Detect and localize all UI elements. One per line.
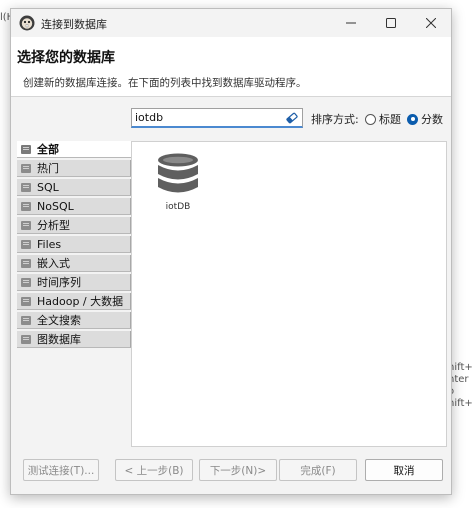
wizard-header: 选择您的数据库 创建新的数据库连接。在下面的列表中找到数据库驱动程序。 — [11, 37, 451, 97]
category-item-analytical[interactable]: 分析型 — [17, 217, 131, 234]
category-item-nosql[interactable]: NoSQL — [17, 198, 131, 215]
category-item-all[interactable]: 全部 — [17, 141, 131, 158]
driver-label: iotDB — [165, 202, 191, 212]
category-item-graph[interactable]: 图数据库 — [17, 331, 131, 348]
category-label: Files — [37, 237, 62, 251]
eraser-icon — [286, 112, 298, 124]
sort-by-score-radio[interactable]: 分数 — [407, 111, 443, 127]
close-icon — [426, 18, 436, 28]
radio-checked-icon — [407, 113, 418, 125]
test-connection-button[interactable]: 测试连接(T)... — [23, 459, 99, 481]
folder-icon — [21, 144, 31, 154]
folder-icon — [21, 201, 31, 211]
back-button[interactable]: < 上一步(B) — [115, 459, 193, 481]
category-label: SQL — [37, 180, 59, 194]
minimize-button[interactable] — [331, 9, 371, 37]
radio-unchecked-icon — [365, 113, 376, 125]
driver-list-panel: iotDB — [131, 141, 447, 447]
maximize-button[interactable] — [371, 9, 411, 37]
folder-icon — [21, 334, 31, 344]
next-button[interactable]: 下一步(N)> — [199, 459, 277, 481]
sort-option-label: 标题 — [379, 113, 401, 126]
clear-search-button[interactable] — [284, 110, 300, 126]
folder-icon — [21, 315, 31, 325]
category-label: 嵌入式 — [37, 257, 70, 270]
category-item-files[interactable]: Files — [17, 236, 131, 253]
maximize-icon — [386, 18, 396, 28]
category-item-popular[interactable]: 热门 — [17, 160, 131, 177]
sort-by-title-radio[interactable]: 标题 — [365, 111, 401, 127]
folder-icon — [21, 239, 31, 249]
page-title: 选择您的数据库 — [17, 50, 115, 66]
window-title: 连接到数据库 — [41, 18, 107, 31]
category-sidebar: 全部 热门 SQL NoSQL 分析型 Files 嵌入式 时间序列 Hadoo… — [17, 141, 131, 447]
category-label: 分析型 — [37, 219, 70, 232]
title-bar[interactable]: 连接到数据库 — [11, 9, 451, 37]
dbeaver-beaver-icon — [19, 15, 35, 31]
sort-by-label: 排序方式: — [311, 113, 359, 126]
driver-item-iotdb[interactable]: iotDB — [148, 150, 208, 216]
category-item-timeseries[interactable]: 时间序列 — [17, 274, 131, 291]
minimize-icon — [346, 22, 356, 24]
folder-icon — [21, 220, 31, 230]
sort-option-label: 分数 — [421, 113, 443, 126]
driver-search-box — [131, 108, 303, 128]
category-label: 全文搜索 — [37, 314, 81, 327]
category-label: Hadoop / 大数据 — [37, 295, 124, 308]
folder-icon — [21, 258, 31, 268]
category-item-embedded[interactable]: 嵌入式 — [17, 255, 131, 272]
category-label: 图数据库 — [37, 333, 81, 346]
folder-icon — [21, 277, 31, 287]
category-label: NoSQL — [37, 199, 74, 213]
category-label: 时间序列 — [37, 276, 81, 289]
page-description: 创建新的数据库连接。在下面的列表中找到数据库驱动程序。 — [23, 77, 307, 89]
category-item-sql[interactable]: SQL — [17, 179, 131, 196]
cancel-button[interactable]: 取消 — [365, 459, 443, 481]
connect-database-dialog: 连接到数据库 选择您的数据库 创建新的数据库连接。在下面的列表中找到数据库驱动程… — [10, 8, 452, 495]
close-button[interactable] — [411, 9, 451, 37]
folder-icon — [21, 296, 31, 306]
category-label: 热门 — [37, 162, 59, 175]
category-item-fulltext[interactable]: 全文搜索 — [17, 312, 131, 329]
folder-icon — [21, 182, 31, 192]
category-label: 全部 — [37, 143, 59, 156]
category-item-hadoop[interactable]: Hadoop / 大数据 — [17, 293, 131, 310]
driver-search-input[interactable] — [132, 109, 278, 126]
finish-button[interactable]: 完成(F) — [279, 459, 357, 481]
database-cylinder-icon — [158, 153, 198, 193]
folder-icon — [21, 163, 31, 173]
